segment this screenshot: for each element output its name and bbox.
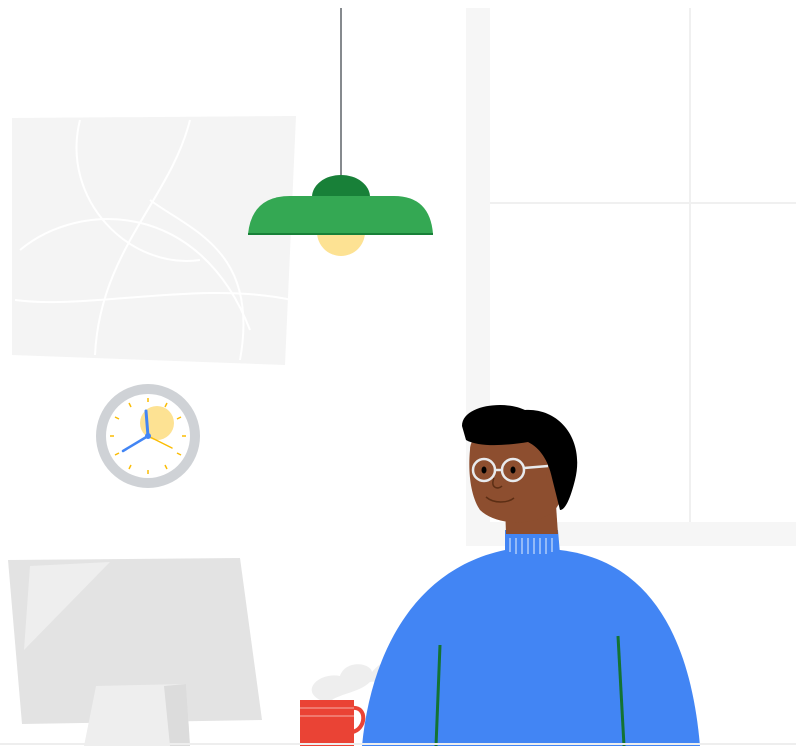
framed-art-icon xyxy=(12,116,296,365)
illustration-svg xyxy=(0,8,796,746)
wall-clock-icon xyxy=(96,384,200,488)
empty-state-illustration xyxy=(0,0,796,746)
sweater xyxy=(362,550,700,746)
monitor-icon xyxy=(8,558,262,746)
